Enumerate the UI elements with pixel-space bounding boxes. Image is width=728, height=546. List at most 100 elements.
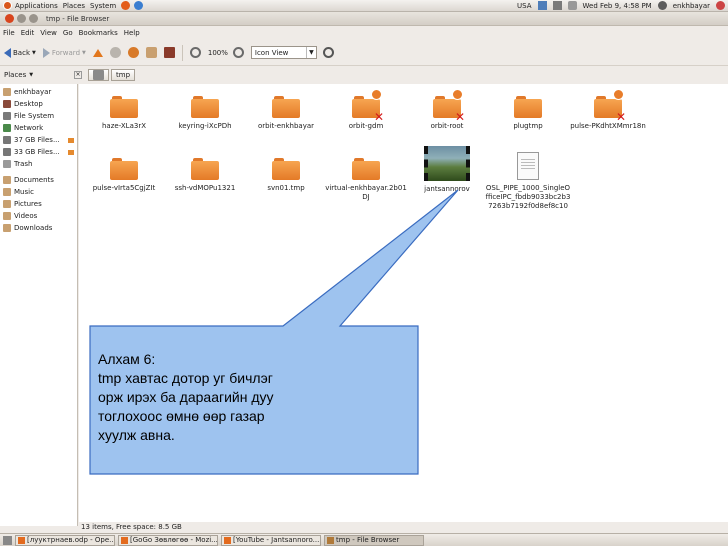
system-label: System xyxy=(90,1,117,10)
lock-icon xyxy=(452,89,463,100)
forward-button[interactable]: Forward ▼ xyxy=(42,47,86,58)
breadcrumb-root[interactable] xyxy=(88,69,109,81)
menu-edit[interactable]: Edit xyxy=(21,29,35,37)
no-access-icon: ✕ xyxy=(615,110,626,124)
menu-file[interactable]: File xyxy=(3,29,15,37)
user-name[interactable]: enkhbayar xyxy=(673,2,710,10)
applications-menu[interactable]: Applications xyxy=(3,1,58,10)
file-name: pulse-PKdhtXMmr18n xyxy=(570,122,646,130)
menu-help[interactable]: Help xyxy=(124,29,140,37)
zoom-level[interactable]: 100% xyxy=(208,49,228,57)
no-access-icon: ✕ xyxy=(373,110,384,124)
toolbar-separator xyxy=(181,44,183,61)
computer-icon xyxy=(163,47,175,58)
taskbar-window-label: [лууктрнаев.odp - Ope... xyxy=(27,536,115,544)
file-item[interactable]: jantsannorov xyxy=(407,146,487,194)
up-arrow-icon xyxy=(92,48,103,57)
file-item[interactable]: plugtmp xyxy=(488,84,568,131)
file-item[interactable]: pulse-vIrta5CgjZIt xyxy=(84,146,164,193)
network-icon[interactable] xyxy=(537,1,547,10)
zoom-in-button[interactable] xyxy=(232,47,244,58)
sidebar-item[interactable]: Network xyxy=(0,122,77,134)
sidebar-item[interactable]: Music xyxy=(0,186,77,198)
file-item[interactable]: svn01.tmp xyxy=(246,146,326,193)
menu-bookmarks[interactable]: Bookmarks xyxy=(79,29,118,37)
file-item[interactable]: ✕ orbit-root xyxy=(407,84,487,131)
file-item[interactable]: ssh-vdMOPu1321 xyxy=(165,146,245,193)
sidebar-item[interactable]: Desktop xyxy=(0,98,77,110)
taskbar-window-button[interactable]: [GoGo Зөвлөгөө - Mozi... xyxy=(118,534,218,546)
sidebar-item[interactable]: enkhbayar xyxy=(0,86,77,98)
bottom-taskbar: [лууктрнаев.odp - Ope... [GoGo Зөвлөгөө -… xyxy=(0,533,728,546)
eject-icon[interactable] xyxy=(68,149,74,155)
close-sidebar-icon[interactable]: × xyxy=(74,71,82,79)
back-dropdown-icon[interactable]: ▼ xyxy=(32,50,36,56)
file-item[interactable]: haze-XLa3rX xyxy=(84,84,164,131)
menu-go[interactable]: Go xyxy=(63,29,73,37)
eject-icon[interactable] xyxy=(68,137,74,143)
help-icon[interactable] xyxy=(134,1,144,10)
menu-view[interactable]: View xyxy=(40,29,57,37)
file-item[interactable]: ✕ orbit-gdm xyxy=(326,84,406,131)
file-name: orbit-enkhbayar xyxy=(257,122,315,130)
computer-button[interactable] xyxy=(163,47,175,58)
search-button[interactable] xyxy=(322,47,334,58)
taskbar-window-button[interactable]: [лууктрнаев.odp - Ope... xyxy=(15,534,115,546)
file-item[interactable]: orbit-enkhbayar xyxy=(246,84,326,131)
file-item[interactable]: virtual-enkhbayar.2b01DJ xyxy=(325,146,407,202)
sidebar-item[interactable]: Trash xyxy=(0,158,77,170)
places-menu[interactable]: Places xyxy=(63,2,85,10)
system-menu[interactable]: System xyxy=(90,2,116,10)
reload-button[interactable] xyxy=(127,47,139,58)
sidebar-item[interactable]: Pictures xyxy=(0,198,77,210)
panel-tray: USA Wed Feb 9, 4:58 PM enkhbayar xyxy=(517,1,725,10)
folder-icon xyxy=(191,158,219,180)
file-name: orbit-root xyxy=(430,122,464,130)
sidebar-item[interactable]: File System xyxy=(0,110,77,122)
view-mode-value: Icon View xyxy=(254,48,289,57)
breadcrumb-tmp[interactable]: tmp xyxy=(111,69,136,81)
maximize-window-icon[interactable] xyxy=(29,14,38,23)
back-button[interactable]: Back ▼ xyxy=(4,47,36,58)
sidebar-item[interactable]: Documents xyxy=(0,174,77,186)
stop-button[interactable] xyxy=(109,47,121,58)
sidebar-item-label: 33 GB Files... xyxy=(14,148,60,156)
sidebar-item[interactable]: 37 GB Files... xyxy=(0,134,77,146)
view-mode-select[interactable]: Icon View ▼ xyxy=(250,46,317,59)
home-button[interactable] xyxy=(145,47,157,58)
taskbar-window-button[interactable]: [YouTube - Jantsannoro... xyxy=(221,534,321,546)
show-desktop-icon[interactable] xyxy=(3,535,12,545)
folder-icon xyxy=(191,96,219,118)
taskbar-window-button[interactable]: tmp - File Browser xyxy=(324,534,424,546)
power-icon[interactable] xyxy=(716,1,725,10)
up-button[interactable] xyxy=(92,48,103,57)
top-panel: Applications Places System USA Wed Feb 9… xyxy=(0,0,728,12)
keyboard-layout[interactable]: USA xyxy=(517,2,532,10)
file-name: haze-XLa3rX xyxy=(102,122,146,130)
sidebar-item-label: 37 GB Files... xyxy=(14,136,60,144)
volume-icon[interactable] xyxy=(552,1,562,10)
close-window-icon[interactable] xyxy=(5,14,14,23)
zoom-out-button[interactable] xyxy=(189,47,201,58)
sidebar-item-label: Network xyxy=(14,124,44,132)
file-item[interactable]: ✕ pulse-PKdhtXMmr18n xyxy=(568,84,648,131)
file-item[interactable]: OSL_PIPE_1000_SingleOfficeIPC_fbdb9033bc… xyxy=(486,146,570,211)
minimize-window-icon[interactable] xyxy=(17,14,26,23)
sidebar-item[interactable]: Videos xyxy=(0,210,77,222)
mail-icon[interactable] xyxy=(567,1,577,10)
back-arrow-icon xyxy=(4,47,11,58)
menubar: File Edit View Go Bookmarks Help xyxy=(0,26,728,39)
window-titlebar[interactable]: tmp - File Browser xyxy=(0,12,728,26)
firefox-icon[interactable] xyxy=(121,1,131,10)
clock[interactable]: Wed Feb 9, 4:58 PM xyxy=(583,2,652,10)
file-item[interactable]: keyring-iXcPDh xyxy=(165,84,245,131)
video-thumbnail-icon xyxy=(424,146,470,181)
sidebar-item[interactable]: Downloads xyxy=(0,222,77,234)
forward-dropdown-icon[interactable]: ▼ xyxy=(82,50,86,56)
sidebar-item[interactable]: 33 GB Files... xyxy=(0,146,77,158)
zoom-in-icon xyxy=(232,47,244,58)
place-icon xyxy=(3,200,11,208)
ubuntu-logo-icon xyxy=(3,1,12,10)
places-dropdown[interactable]: Places ▼ xyxy=(4,71,74,79)
file-name: plugtmp xyxy=(513,122,543,130)
